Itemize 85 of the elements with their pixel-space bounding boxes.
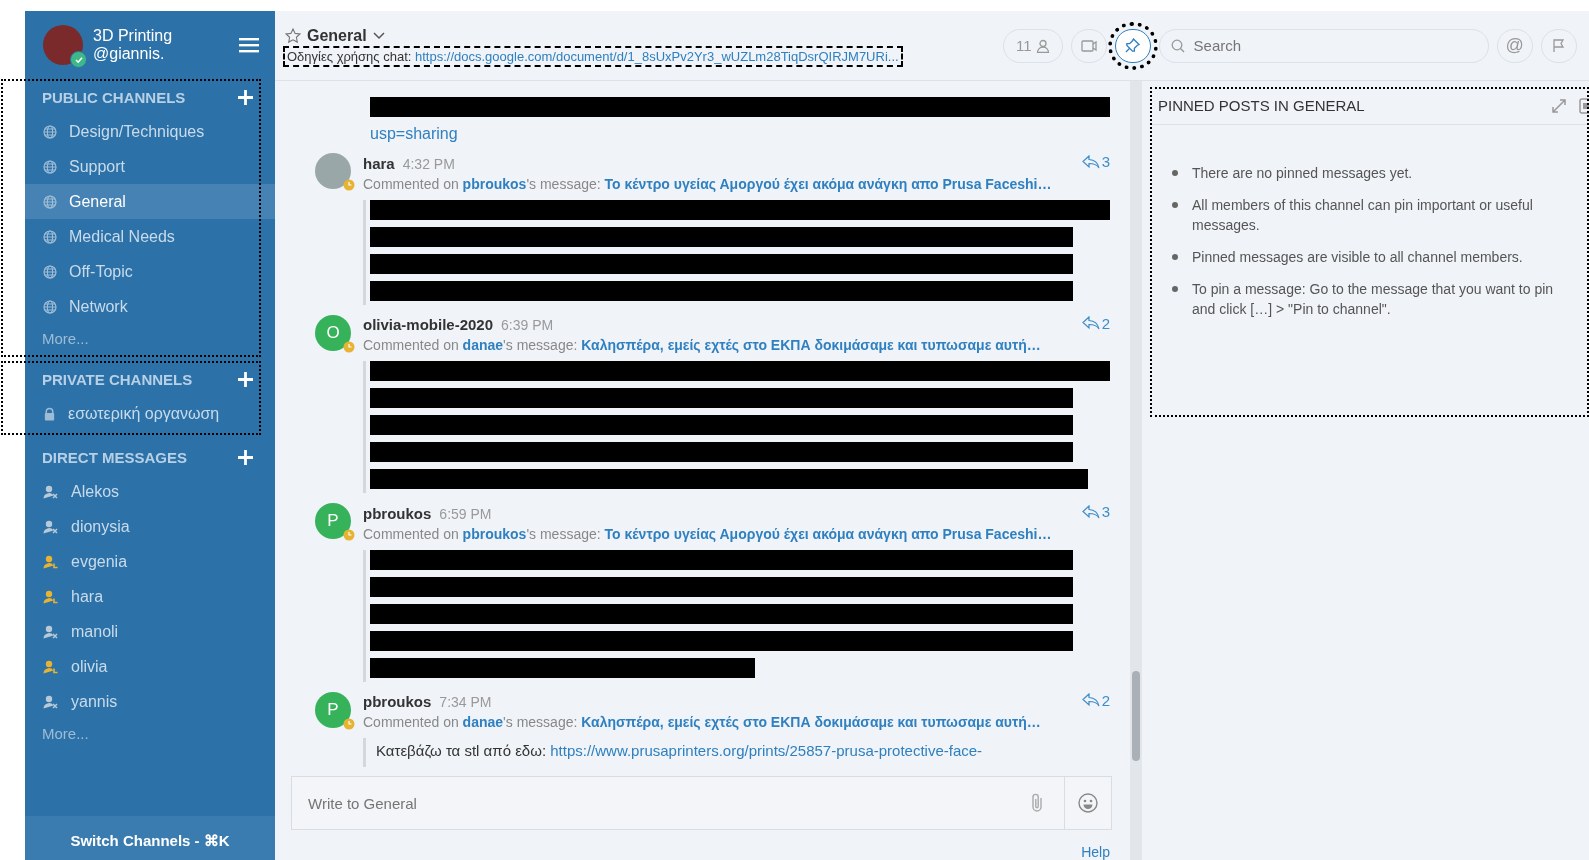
collapse-icon[interactable] — [1579, 97, 1589, 114]
post-author[interactable]: pbroukos — [363, 693, 432, 710]
switch-channels-button[interactable]: Switch Channels - ⌘K — [25, 816, 275, 860]
globe-icon — [43, 159, 57, 174]
globe-icon — [43, 264, 57, 279]
star-icon[interactable] — [285, 27, 301, 44]
author-link[interactable]: pbroukos — [462, 175, 527, 192]
info-text: Pinned messages are visible to all channel members. — [1192, 248, 1523, 267]
section-title: DIRECT MESSAGES — [42, 449, 189, 466]
video-icon — [1080, 39, 1097, 52]
mentions-button[interactable]: @ — [1496, 28, 1533, 63]
channel-name[interactable]: General — [307, 26, 367, 45]
thread-link[interactable]: Καλησπέρα, εμείς εχτές στο ΕΚΠΑ δοκιμάσαμε και τυπωσαμε αυτή… — [581, 714, 1041, 730]
thread-link[interactable]: Καλησπέρα, εμείς εχτές στο ΕΚΠΑ δοκιμάσαμε και τυπωσαμε αυτή… — [581, 337, 1041, 353]
more-link[interactable]: More... — [25, 719, 275, 748]
reply-count[interactable]: 2 — [1081, 691, 1110, 709]
author-link[interactable]: danae — [462, 714, 504, 730]
channel-item[interactable]: Medical Needs — [25, 219, 275, 254]
help-link[interactable]: Help — [1081, 844, 1110, 860]
pin-icon — [1125, 38, 1141, 53]
post-time[interactable]: 6:39 PM — [501, 317, 554, 333]
comment-context: Commented on pbroukos's message: Το κέντρο υγείας Αμοργού έχει ακόμα ανάγκη απο Prusa Faceshi… — [363, 525, 1053, 542]
channel-item[interactable]: dionysia — [25, 509, 275, 544]
add-icon[interactable] — [238, 90, 253, 105]
chevron-down-icon[interactable] — [372, 31, 385, 40]
team-name: 3D Printing — [93, 27, 174, 45]
section-title: PUBLIC CHANNELS — [42, 89, 187, 106]
post-text: Κατεβάζω τα stl από εδω: https://www.prusaprinters.org/prints/25857-prusa-protective-face- — [375, 741, 984, 761]
channel-item[interactable]: olivia — [25, 649, 275, 684]
channel-item[interactable]: evgenia — [25, 544, 275, 579]
channel-item[interactable]: General — [25, 184, 275, 219]
flag-icon — [1551, 38, 1566, 53]
post-time[interactable]: 7:34 PM — [439, 694, 492, 710]
emoji-icon[interactable] — [1078, 793, 1098, 813]
add-icon[interactable] — [238, 372, 253, 387]
author-link[interactable]: danae — [462, 337, 504, 353]
info-text: All members of this channel can pin important or useful messages. — [1192, 196, 1534, 235]
channel-item[interactable]: Alekos — [25, 474, 275, 509]
globe-icon — [43, 194, 57, 209]
author-link[interactable]: pbroukos — [462, 525, 527, 542]
search-icon — [1170, 38, 1185, 53]
expand-icon[interactable] — [1551, 97, 1567, 114]
comment-context: Commented on danae's message: Καλησπέρα, εμείς εχτές στο ΕΚΠΑ δοκιμάσαμε και τυπωσαμε αυτή… — [363, 337, 1042, 353]
post-link[interactable]: usp=sharing — [370, 125, 1110, 143]
comment-context: Commented on danae's message: Καλησπέρα, εμείς εχτές στο ΕΚΠΑ δοκιμάσαμε και τυπωσαμε αυτή… — [363, 714, 1042, 730]
search-field[interactable]: Search — [1158, 28, 1489, 63]
reply-count[interactable]: 2 — [1081, 314, 1110, 332]
channel-item[interactable]: Support — [25, 149, 275, 184]
globe-icon — [43, 124, 57, 139]
menu-icon[interactable] — [239, 37, 259, 53]
avatar-photo-placeholder[interactable] — [315, 153, 351, 189]
post-link[interactable]: https://www.prusaprinters.org/prints/25857-prusa-protective-face- — [550, 742, 983, 759]
info-text: There are no pinned messages yet. — [1192, 164, 1413, 183]
post-author[interactable]: pbroukos — [363, 504, 432, 522]
thread-link[interactable]: Το κέντρο υγείας Αμοργού έχει ακόμα ανάγκη απο Prusa Faceshi… — [604, 175, 1052, 192]
channel-item[interactable]: Design/Techniques — [25, 114, 275, 149]
channel-item[interactable]: yannis — [25, 684, 275, 719]
channel-item[interactable]: εσωτερική οργανωση — [25, 396, 275, 431]
letter-avatar[interactable]: P — [315, 503, 351, 539]
more-link[interactable]: More... — [25, 324, 275, 353]
username: @giannis. — [93, 45, 166, 63]
letter-avatar[interactable]: P — [315, 691, 351, 728]
channel-item[interactable]: manoli — [25, 614, 275, 649]
post-time[interactable]: 6:59 PM — [439, 505, 492, 522]
channel-item[interactable]: hara — [25, 579, 275, 614]
letter-avatar[interactable]: O — [315, 314, 351, 351]
info-text: To pin a message: Go to the message that you want to pin and click […] > "Pin to channel". — [1192, 280, 1555, 319]
channel-topic: Οδηγίες χρήσης chat: https://docs.google.com/document/d/1_8sUxPv2Yr3_wUZLm28TiqDsrQIRJM7URi... — [285, 47, 901, 65]
member-count-button[interactable]: 11 — [1003, 28, 1063, 63]
topic-link[interactable]: https://docs.google.com/document/d/1_8sUxPv2Yr3_wUZLm28TiqDsrQIRJM7URi... — [415, 48, 899, 64]
thread-link[interactable]: Το κέντρο υγείας Αμοργού έχει ακόμα ανάγκη απο Prusa Faceshi… — [604, 525, 1052, 542]
post-author[interactable]: hara — [363, 154, 395, 172]
channel-item[interactable]: Off-Topic — [25, 254, 275, 289]
post-time[interactable]: 4:32 PM — [402, 155, 455, 172]
globe-icon — [43, 299, 57, 314]
globe-icon — [43, 229, 57, 244]
channel-item[interactable]: Network — [25, 289, 275, 324]
add-icon[interactable] — [238, 450, 253, 465]
post-author[interactable]: olivia-mobile-2020 — [363, 316, 494, 333]
section-title: PRIVATE CHANNELS — [42, 371, 194, 388]
panel-title: PINNED POSTS IN GENERAL — [1158, 97, 1366, 114]
lock-icon — [43, 406, 56, 421]
comment-context: Commented on pbroukos's message: Το κέντρο υγείας Αμοργού έχει ακόμα ανάγκη απο Prusa Faceshi… — [363, 175, 1053, 192]
scrollbar-thumb[interactable] — [1132, 671, 1140, 761]
user-icon — [1035, 38, 1050, 53]
